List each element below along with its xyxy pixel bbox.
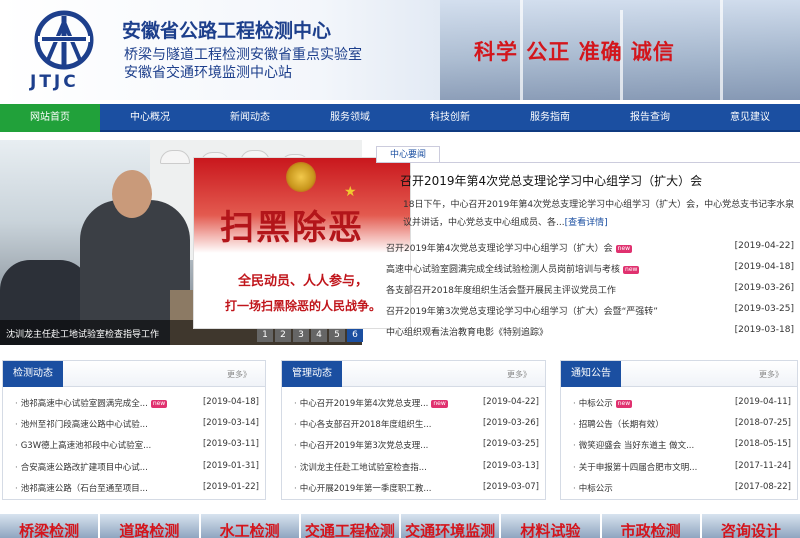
tab-center-news[interactable]: 中心要闻 (376, 146, 440, 162)
list-item[interactable]: G3W德上高速池祁段中心试验室...[2019-03-11] (9, 439, 259, 455)
panel-title: 检测动态 (3, 361, 63, 387)
list-item[interactable]: 池州至祁门段高速公路中心试验...[2019-03-14] (9, 418, 259, 434)
new-badge: new (623, 265, 640, 274)
nav-innovation[interactable]: 科技创新 (400, 104, 500, 132)
popup-slogan-1: 全民动员、人人参与， (237, 274, 368, 289)
category-traffic-engineering[interactable]: 交通工程检测 (300, 514, 399, 538)
list-item[interactable]: 池祁高速中心试验室圆满完成全...new[2019-04-18] (9, 397, 259, 413)
news-headline[interactable]: 召开2019年第4次党总支理论学习中心组学习（扩大）会 (400, 172, 702, 189)
nav-report-query[interactable]: 报告查询 (600, 104, 700, 132)
category-municipal-testing[interactable]: 市政检测 (601, 514, 700, 538)
org-subtitle-station: 安徽省交通环境监测中心站 (124, 65, 292, 81)
more-link[interactable]: 更多》 (507, 369, 531, 380)
campaign-popup[interactable]: ★ 扫黑除恶 全民动员、人人参与， 打一场扫黑除恶的人民战争。 (193, 157, 411, 329)
new-badge: new (150, 399, 168, 408)
news-list-item[interactable]: 召开2019年第3次党总支理论学习中心组学习（扩大）会暨“严强转” [2019-… (386, 304, 800, 322)
category-environment-monitoring[interactable]: 交通环境监测 (401, 514, 500, 538)
list-item[interactable]: 中标公示[2017-08-22] (567, 482, 791, 498)
main-nav: 网站首页 中心概况 新闻动态 服务领域 科技创新 服务指南 报告查询 意见建议 (0, 104, 800, 132)
list-item[interactable]: 合安高速公路改扩建项目中心试...[2019-01-31] (9, 461, 259, 477)
site-header: JTJC 安徽省公路工程检测中心 桥梁与隧道工程检测安徽省重点实验室 安徽省交通… (0, 0, 800, 100)
panel-testing-news: 检测动态 更多》 池祁高速中心试验室圆满完成全...new[2019-04-18… (2, 360, 266, 500)
logo-emblem-icon (34, 10, 94, 70)
news-list-item[interactable]: 高速中心试验室圆满完成全线试验检测人员岗前培训与考核 new [2019-04-1… (386, 262, 800, 280)
list-item[interactable]: 中标公示new[2019-04-11] (567, 397, 791, 413)
category-consulting-design[interactable]: 咨询设计 (701, 514, 800, 538)
list-item[interactable]: 沈训龙主任赴工地试验室检查指...[2019-03-13] (288, 461, 539, 477)
popup-slogan-2: 打一场扫黑除恶的人民战争。 (224, 299, 381, 313)
list-item[interactable]: 中心各支部召开2018年度组织生...[2019-03-26] (288, 418, 539, 434)
slide-page-button-active[interactable]: 6 (347, 328, 363, 342)
news-list-item[interactable]: 中心组织观看法治教育电影《特别追踪》 [2019-03-18] (386, 325, 800, 343)
new-badge: new (615, 399, 633, 408)
site-logo[interactable]: JTJC (24, 10, 104, 92)
list-item[interactable]: 微笑迎盛会 当好东道主 做文...[2018-05-15] (567, 439, 791, 455)
star-icon: ★ (344, 184, 357, 200)
list-item[interactable]: 中心召开2019年第4次党总支理...new[2019-04-22] (288, 397, 539, 413)
panel-management-news: 管理动态 更多》 中心召开2019年第4次党总支理...new[2019-04-… (281, 360, 546, 500)
panel-notices: 通知公告 更多》 中标公示new[2019-04-11] 招聘公告（长期有效）[… (560, 360, 798, 500)
view-details-link[interactable]: [查看详情] (565, 218, 608, 228)
list-item[interactable]: 池祁高速公路（石台至通至项目...[2019-01-22] (9, 482, 259, 498)
service-category-strip: 桥梁检测 道路检测 水工检测 交通工程检测 交通环境监测 材料试验 市政检测 咨… (0, 514, 800, 538)
new-badge: new (431, 399, 448, 408)
panel-title: 管理动态 (282, 361, 342, 387)
slide-page-button[interactable]: 1 (257, 328, 273, 342)
nav-services[interactable]: 服务领域 (300, 104, 400, 132)
slide-pager: 1 2 3 4 5 6 (257, 328, 363, 342)
news-list-item[interactable]: 各支部召开2018年度组织生活会暨开展民主评议党员工作 [2019-03-26] (386, 283, 800, 301)
more-link[interactable]: 更多》 (759, 369, 783, 380)
news-summary-cont: 议并讲话，中心党总支中心组成员、各...[查看详情] (403, 218, 608, 228)
nav-about[interactable]: 中心概况 (100, 104, 200, 132)
nav-home[interactable]: 网站首页 (0, 104, 100, 132)
slide-caption[interactable]: 沈训龙主任赴工地试验室检查指导工作 (6, 327, 159, 340)
slide-page-button[interactable]: 5 (329, 328, 345, 342)
category-road-testing[interactable]: 道路检测 (100, 514, 199, 538)
popup-title: 扫黑除恶 (220, 208, 364, 248)
list-item[interactable]: 招聘公告（长期有效）[2018-07-25] (567, 418, 791, 434)
panel-title: 通知公告 (561, 361, 621, 387)
list-item[interactable]: 中心召开2019年第3次党总支理...[2019-03-25] (288, 439, 539, 455)
category-hydraulic-testing[interactable]: 水工检测 (200, 514, 299, 538)
nav-guide[interactable]: 服务指南 (500, 104, 600, 132)
nav-news[interactable]: 新闻动态 (200, 104, 300, 132)
slide-page-button[interactable]: 3 (293, 328, 309, 342)
news-list-item[interactable]: 召开2019年第4次党总支理论学习中心组学习（扩大）会 new [2019-04-… (386, 241, 800, 259)
new-badge: new (615, 244, 633, 253)
police-emblem-icon (286, 162, 316, 192)
logo-text: JTJC (30, 72, 79, 92)
slide-page-button[interactable]: 4 (311, 328, 327, 342)
news-summary: 18日下午，中心召开2019年第4次党总支理论学习中心组学习（扩大）会，中心党总… (403, 200, 795, 210)
org-subtitle-lab: 桥梁与隧道工程检测安徽省重点实验室 (124, 47, 362, 63)
news-divider (376, 162, 800, 163)
slide-page-button[interactable]: 2 (275, 328, 291, 342)
list-item[interactable]: 中心开展2019年第一季度职工教...[2019-03-07] (288, 482, 539, 498)
category-bridge-testing[interactable]: 桥梁检测 (0, 514, 99, 538)
category-materials-testing[interactable]: 材料试验 (501, 514, 600, 538)
nav-feedback[interactable]: 意见建议 (700, 104, 800, 132)
list-item[interactable]: 关于申报第十四届合肥市文明...[2017-11-24] (567, 461, 791, 477)
more-link[interactable]: 更多》 (227, 369, 251, 380)
header-slogan: 科学 公正 准确 诚信 (474, 40, 675, 64)
org-name: 安徽省公路工程检测中心 (122, 20, 332, 42)
